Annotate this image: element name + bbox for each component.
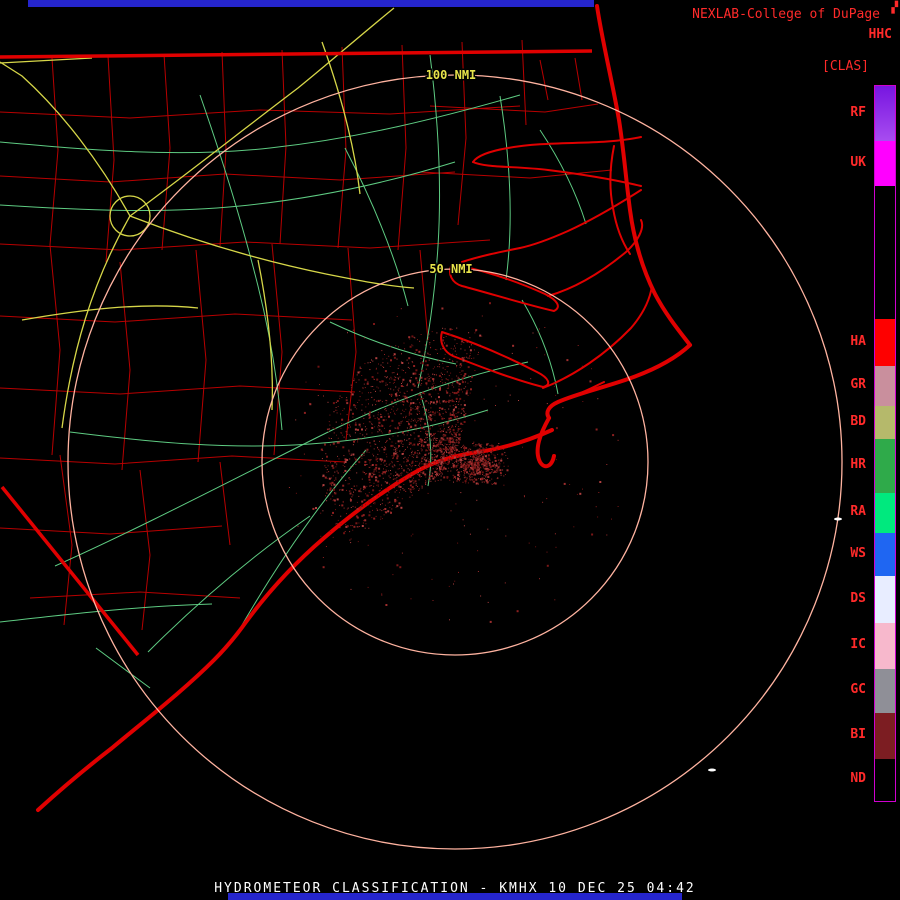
legend-swatch-ds [875,576,895,623]
corner-glyph-icon: ▞ [891,1,898,14]
ring-label-50-nmi: 50 NMI [429,262,472,276]
source-credit: NEXLAB-College of DuPage [692,7,880,22]
legend-swatch-gap [875,186,895,319]
radar-map: 100 NMI 50 NMI [0,4,843,850]
yellow-roads [0,7,415,429]
radar-echoes [288,302,619,623]
legend-swatch-ra [875,493,895,533]
legend-swatch-bi [875,713,895,759]
legend-swatch-nd [875,759,895,801]
legend-swatch-ws [875,533,895,576]
legend-swatch-bd [875,406,895,439]
radar-product-viewer: 100 NMI 50 NMI NEXLAB-College of DuPage ▞… [0,0,900,900]
legend-swatch-uk [875,141,895,186]
legend-swatch-ha [875,319,895,366]
product-caption: HYDROMETEOR CLASSIFICATION - KMHX 10 DEC… [214,881,696,896]
white-speck [834,517,842,521]
white-speck [708,768,716,772]
legend-swatch-gc [875,669,895,713]
coastline [36,4,692,812]
legend-swatch-gr [875,366,895,406]
legend-swatch-ic [875,623,895,669]
top-blue-bar [28,0,594,7]
legend-bar [874,85,896,802]
product-classification: [CLAS] [822,59,869,74]
white-marks [708,517,842,772]
ring-label-100-nmi: 100 NMI [426,68,477,82]
legend-swatch-hr [875,439,895,493]
product-code: HHC [868,27,892,42]
legend-swatch-rf [875,86,895,141]
county-boundaries [0,39,613,631]
